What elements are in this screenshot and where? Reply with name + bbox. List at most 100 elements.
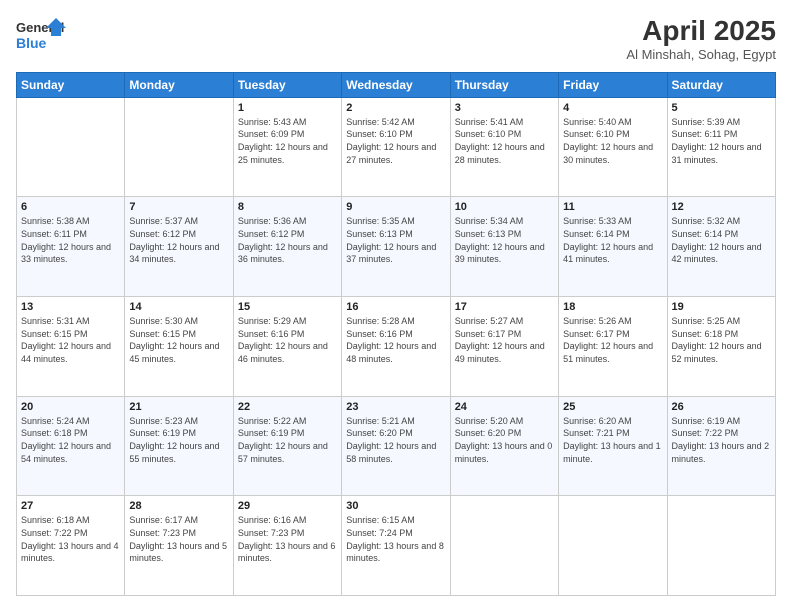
day-number: 19 bbox=[672, 301, 771, 313]
day-number: 5 bbox=[672, 102, 771, 114]
col-sunday: Sunday bbox=[17, 72, 125, 97]
main-title: April 2025 bbox=[626, 16, 776, 47]
table-row: 1 Sunrise: 5:43 AMSunset: 6:09 PMDaylight… bbox=[233, 97, 341, 197]
day-number: 22 bbox=[238, 401, 337, 413]
day-number: 1 bbox=[238, 102, 337, 114]
day-number: 15 bbox=[238, 301, 337, 313]
logo-svg: GeneralBlue bbox=[16, 16, 66, 56]
table-row bbox=[17, 97, 125, 197]
day-info: Sunrise: 5:35 AMSunset: 6:13 PMDaylight:… bbox=[346, 215, 445, 265]
day-number: 29 bbox=[238, 500, 337, 512]
day-info: Sunrise: 5:20 AMSunset: 6:20 PMDaylight:… bbox=[455, 415, 554, 465]
day-number: 2 bbox=[346, 102, 445, 114]
day-number: 12 bbox=[672, 201, 771, 213]
day-number: 30 bbox=[346, 500, 445, 512]
day-info: Sunrise: 5:21 AMSunset: 6:20 PMDaylight:… bbox=[346, 415, 445, 465]
day-info: Sunrise: 5:28 AMSunset: 6:16 PMDaylight:… bbox=[346, 315, 445, 365]
col-thursday: Thursday bbox=[450, 72, 558, 97]
table-row: 12 Sunrise: 5:32 AMSunset: 6:14 PMDayligh… bbox=[667, 197, 775, 297]
day-number: 25 bbox=[563, 401, 662, 413]
day-number: 24 bbox=[455, 401, 554, 413]
day-info: Sunrise: 5:38 AMSunset: 6:11 PMDaylight:… bbox=[21, 215, 120, 265]
col-friday: Friday bbox=[559, 72, 667, 97]
table-row: 23 Sunrise: 5:21 AMSunset: 6:20 PMDayligh… bbox=[342, 396, 450, 496]
table-row: 15 Sunrise: 5:29 AMSunset: 6:16 PMDayligh… bbox=[233, 297, 341, 397]
day-number: 10 bbox=[455, 201, 554, 213]
day-info: Sunrise: 5:23 AMSunset: 6:19 PMDaylight:… bbox=[129, 415, 228, 465]
day-info: Sunrise: 5:25 AMSunset: 6:18 PMDaylight:… bbox=[672, 315, 771, 365]
table-row: 17 Sunrise: 5:27 AMSunset: 6:17 PMDayligh… bbox=[450, 297, 558, 397]
day-number: 8 bbox=[238, 201, 337, 213]
table-row bbox=[559, 496, 667, 596]
table-row: 3 Sunrise: 5:41 AMSunset: 6:10 PMDaylight… bbox=[450, 97, 558, 197]
col-monday: Monday bbox=[125, 72, 233, 97]
calendar-week-row: 6 Sunrise: 5:38 AMSunset: 6:11 PMDaylight… bbox=[17, 197, 776, 297]
table-row bbox=[125, 97, 233, 197]
day-info: Sunrise: 5:37 AMSunset: 6:12 PMDaylight:… bbox=[129, 215, 228, 265]
table-row: 10Sunrise: 5:34 AMSunset: 6:13 PMDayligh… bbox=[450, 197, 558, 297]
calendar-week-row: 1 Sunrise: 5:43 AMSunset: 6:09 PMDaylight… bbox=[17, 97, 776, 197]
day-number: 6 bbox=[21, 201, 120, 213]
table-row: 6 Sunrise: 5:38 AMSunset: 6:11 PMDaylight… bbox=[17, 197, 125, 297]
table-row: 18 Sunrise: 5:26 AMSunset: 6:17 PMDayligh… bbox=[559, 297, 667, 397]
day-info: Sunrise: 5:30 AMSunset: 6:15 PMDaylight:… bbox=[129, 315, 228, 365]
table-row: 19 Sunrise: 5:25 AMSunset: 6:18 PMDayligh… bbox=[667, 297, 775, 397]
day-info: Sunrise: 5:43 AMSunset: 6:09 PMDaylight:… bbox=[238, 116, 337, 166]
day-info: Sunrise: 5:31 AMSunset: 6:15 PMDaylight:… bbox=[21, 315, 120, 365]
table-row: 11 Sunrise: 5:33 AMSunset: 6:14 PMDayligh… bbox=[559, 197, 667, 297]
table-row: 22 Sunrise: 5:22 AMSunset: 6:19 PMDayligh… bbox=[233, 396, 341, 496]
table-row: 2 Sunrise: 5:42 AMSunset: 6:10 PMDaylight… bbox=[342, 97, 450, 197]
calendar-week-row: 13 Sunrise: 5:31 AMSunset: 6:15 PMDayligh… bbox=[17, 297, 776, 397]
subtitle: Al Minshah, Sohag, Egypt bbox=[626, 47, 776, 62]
day-number: 21 bbox=[129, 401, 228, 413]
day-info: Sunrise: 5:42 AMSunset: 6:10 PMDaylight:… bbox=[346, 116, 445, 166]
day-info: Sunrise: 5:26 AMSunset: 6:17 PMDaylight:… bbox=[563, 315, 662, 365]
day-number: 18 bbox=[563, 301, 662, 313]
table-row: 8Sunrise: 5:36 AMSunset: 6:12 PMDaylight… bbox=[233, 197, 341, 297]
day-number: 7 bbox=[129, 201, 228, 213]
svg-text:Blue: Blue bbox=[16, 35, 47, 51]
day-info: Sunrise: 5:32 AMSunset: 6:14 PMDaylight:… bbox=[672, 215, 771, 265]
day-info: Sunrise: 6:19 AMSunset: 7:22 PMDaylight:… bbox=[672, 415, 771, 465]
table-row: 25 Sunrise: 6:20 AMSunset: 7:21 PMDayligh… bbox=[559, 396, 667, 496]
day-info: Sunrise: 5:29 AMSunset: 6:16 PMDaylight:… bbox=[238, 315, 337, 365]
header: GeneralBlue April 2025 Al Minshah, Sohag… bbox=[16, 16, 776, 62]
table-row: 13 Sunrise: 5:31 AMSunset: 6:15 PMDayligh… bbox=[17, 297, 125, 397]
day-info: Sunrise: 5:40 AMSunset: 6:10 PMDaylight:… bbox=[563, 116, 662, 166]
table-row: 7 Sunrise: 5:37 AMSunset: 6:12 PMDaylight… bbox=[125, 197, 233, 297]
day-number: 23 bbox=[346, 401, 445, 413]
day-number: 3 bbox=[455, 102, 554, 114]
day-info: Sunrise: 5:41 AMSunset: 6:10 PMDaylight:… bbox=[455, 116, 554, 166]
table-row bbox=[667, 496, 775, 596]
table-row: 14 Sunrise: 5:30 AMSunset: 6:15 PMDayligh… bbox=[125, 297, 233, 397]
table-row: 28Sunrise: 6:17 AMSunset: 7:23 PMDayligh… bbox=[125, 496, 233, 596]
table-row: 9Sunrise: 5:35 AMSunset: 6:13 PMDaylight… bbox=[342, 197, 450, 297]
day-number: 17 bbox=[455, 301, 554, 313]
day-number: 26 bbox=[672, 401, 771, 413]
day-number: 11 bbox=[563, 201, 662, 213]
day-number: 27 bbox=[21, 500, 120, 512]
day-number: 13 bbox=[21, 301, 120, 313]
day-number: 4 bbox=[563, 102, 662, 114]
day-number: 14 bbox=[129, 301, 228, 313]
day-info: Sunrise: 5:33 AMSunset: 6:14 PMDaylight:… bbox=[563, 215, 662, 265]
calendar-header-row: Sunday Monday Tuesday Wednesday Thursday… bbox=[17, 72, 776, 97]
table-row: 5Sunrise: 5:39 AMSunset: 6:11 PMDaylight… bbox=[667, 97, 775, 197]
title-block: April 2025 Al Minshah, Sohag, Egypt bbox=[626, 16, 776, 62]
table-row: 30 Sunrise: 6:15 AMSunset: 7:24 PMDayligh… bbox=[342, 496, 450, 596]
col-wednesday: Wednesday bbox=[342, 72, 450, 97]
calendar-week-row: 27Sunrise: 6:18 AMSunset: 7:22 PMDayligh… bbox=[17, 496, 776, 596]
day-info: Sunrise: 6:20 AMSunset: 7:21 PMDaylight:… bbox=[563, 415, 662, 465]
day-info: Sunrise: 6:15 AMSunset: 7:24 PMDaylight:… bbox=[346, 514, 445, 564]
table-row: 16 Sunrise: 5:28 AMSunset: 6:16 PMDayligh… bbox=[342, 297, 450, 397]
day-info: Sunrise: 5:27 AMSunset: 6:17 PMDaylight:… bbox=[455, 315, 554, 365]
table-row: 21 Sunrise: 5:23 AMSunset: 6:19 PMDayligh… bbox=[125, 396, 233, 496]
calendar-week-row: 20Sunrise: 5:24 AMSunset: 6:18 PMDayligh… bbox=[17, 396, 776, 496]
day-info: Sunrise: 5:22 AMSunset: 6:19 PMDaylight:… bbox=[238, 415, 337, 465]
calendar-table: Sunday Monday Tuesday Wednesday Thursday… bbox=[16, 72, 776, 596]
table-row: 20Sunrise: 5:24 AMSunset: 6:18 PMDayligh… bbox=[17, 396, 125, 496]
col-tuesday: Tuesday bbox=[233, 72, 341, 97]
day-info: Sunrise: 6:17 AMSunset: 7:23 PMDaylight:… bbox=[129, 514, 228, 564]
col-saturday: Saturday bbox=[667, 72, 775, 97]
day-number: 16 bbox=[346, 301, 445, 313]
